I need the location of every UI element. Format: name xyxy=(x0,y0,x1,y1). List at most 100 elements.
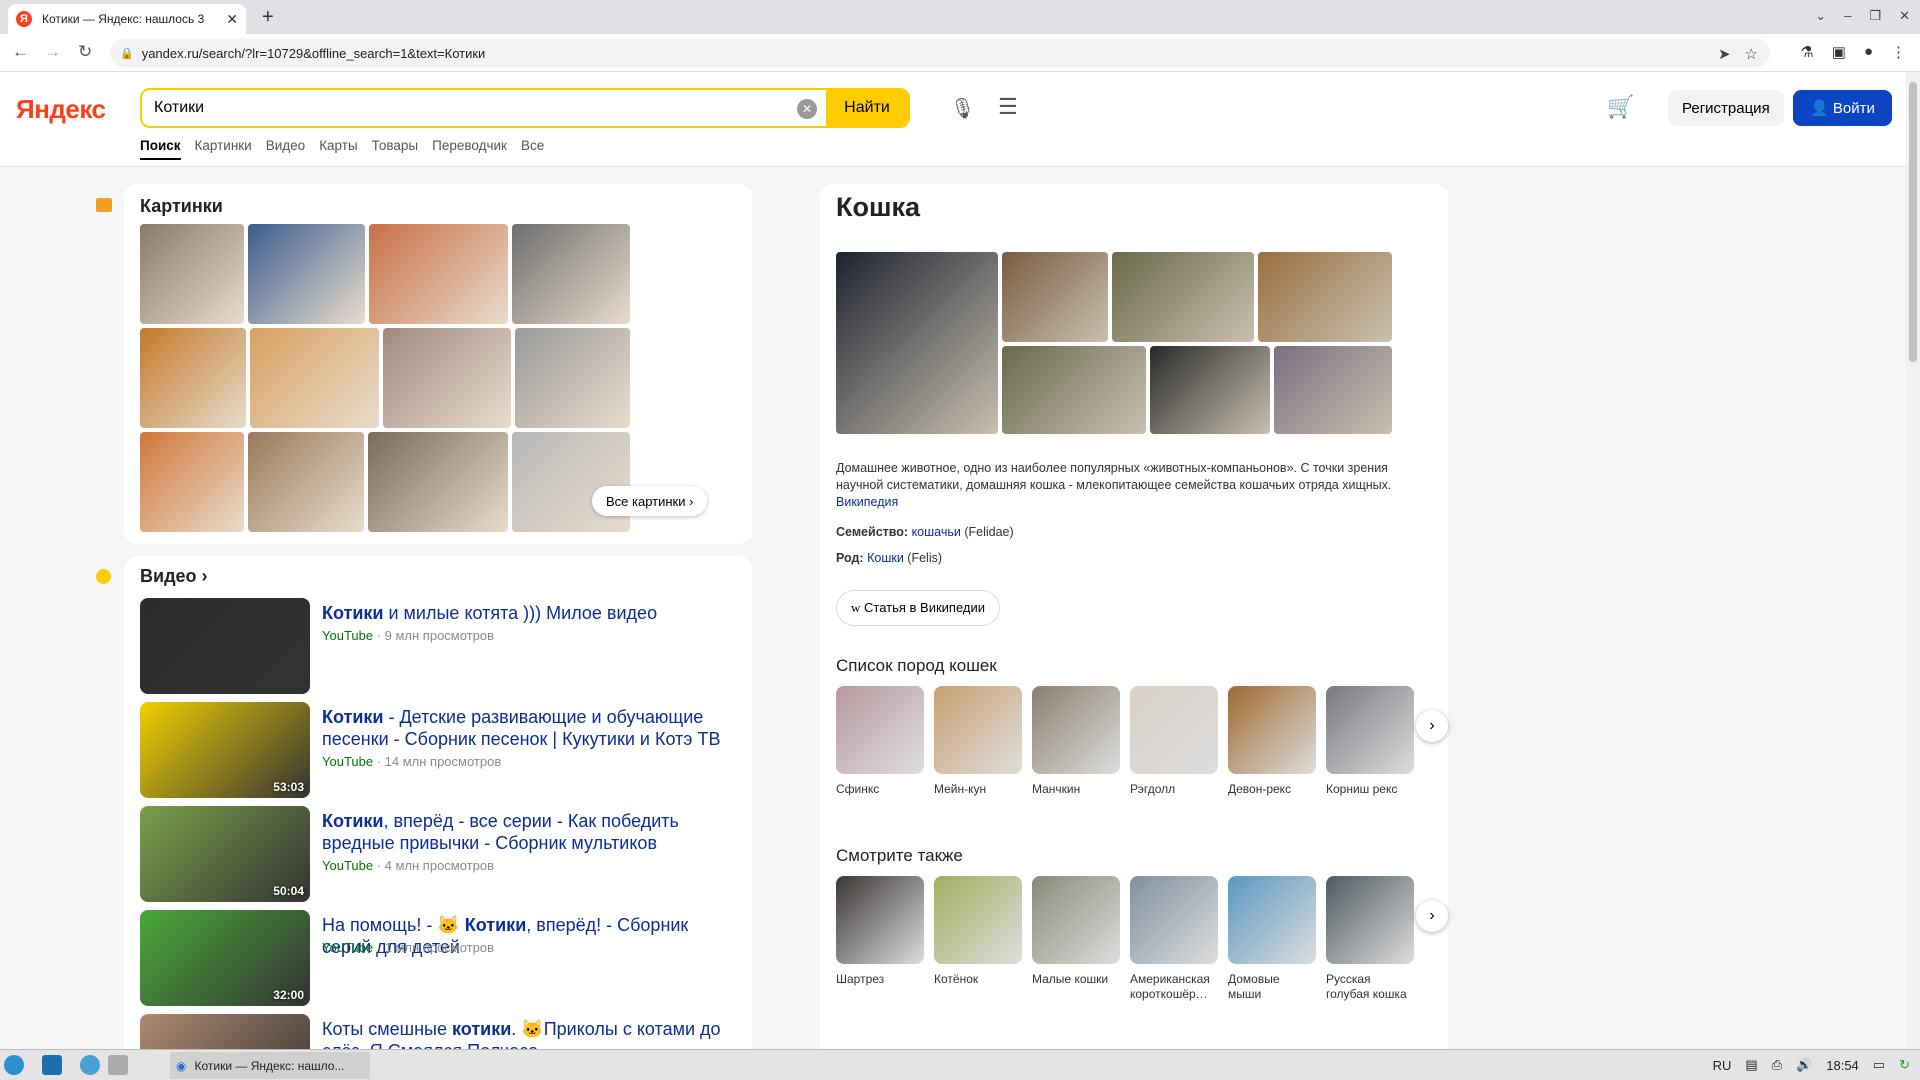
breed-image[interactable] xyxy=(1130,686,1218,774)
printer-icon[interactable]: ⎙ xyxy=(1772,1057,1782,1073)
main-entity-image[interactable] xyxy=(836,252,998,434)
see-also-image[interactable] xyxy=(836,876,924,964)
breeds-title[interactable]: Список пород кошек xyxy=(836,656,997,676)
close-tab-icon[interactable]: ✕ xyxy=(226,11,238,28)
wikipedia-link[interactable]: Википедия xyxy=(836,495,898,509)
video-thumbnail[interactable] xyxy=(140,1014,310,1049)
images-section-title[interactable]: Картинки xyxy=(140,196,223,217)
breed-image[interactable] xyxy=(1228,686,1316,774)
tab-3[interactable]: Карты xyxy=(319,138,357,160)
video-source[interactable]: YouTube xyxy=(322,754,373,769)
see-also-image[interactable] xyxy=(1130,876,1218,964)
see-also-image[interactable] xyxy=(1228,876,1316,964)
profile-icon[interactable]: ● xyxy=(1864,43,1873,61)
entity-gallery-image[interactable] xyxy=(1150,346,1270,434)
entity-gallery-image[interactable] xyxy=(1002,346,1146,434)
breed-image[interactable] xyxy=(1326,686,1414,774)
reload-icon[interactable]: ↻ xyxy=(78,42,92,62)
send-icon[interactable]: ➤ xyxy=(1718,45,1731,63)
video-source[interactable]: YouTube xyxy=(322,940,373,955)
entity-gallery-image[interactable] xyxy=(1002,252,1108,342)
back-icon[interactable]: ← xyxy=(12,42,29,62)
image-thumbnail[interactable] xyxy=(369,224,508,324)
image-thumbnail[interactable] xyxy=(140,328,246,428)
video-item[interactable]: Котики и милые котята ))) Милое видео You… xyxy=(140,598,740,694)
more-images-plus-icon[interactable]: + xyxy=(1400,332,1414,360)
video-title-link[interactable]: Котики и милые котята ))) Милое видео xyxy=(322,602,742,624)
filters-icon[interactable]: ☰ xyxy=(998,94,1018,120)
breed-item[interactable]: Корниш рекс xyxy=(1326,686,1414,797)
clear-search-icon[interactable]: ✕ xyxy=(797,99,817,119)
video-title-link[interactable]: Котики - Детские развивающие и обучающие… xyxy=(322,706,742,750)
browser-launcher-icon[interactable] xyxy=(80,1055,100,1075)
video-title-link[interactable]: Котики, вперёд - все серии - Как победит… xyxy=(322,810,742,854)
video-title-link[interactable]: Коты смешные котики. 🐱Приколы с котами д… xyxy=(322,1018,742,1049)
breeds-next-arrow-icon[interactable]: › xyxy=(1416,710,1448,742)
taskbar-window-button[interactable]: ◉ Котики — Яндекс: нашло... xyxy=(170,1052,370,1079)
video-source[interactable]: YouTube xyxy=(322,628,373,643)
see-also-item[interactable]: Американская короткошёр… xyxy=(1130,876,1218,1002)
see-also-item[interactable]: Малые кошки xyxy=(1032,876,1120,1002)
workspace-icon[interactable] xyxy=(108,1055,128,1075)
video-item[interactable]: 32:00 На помощь! - 🐱 Котики, вперёд! - Сб… xyxy=(140,910,740,1006)
login-button[interactable]: 👤 Войти xyxy=(1793,90,1892,126)
notes-icon[interactable]: ▭ xyxy=(1873,1057,1885,1073)
search-input[interactable] xyxy=(154,90,754,126)
see-also-next-arrow-icon[interactable]: › xyxy=(1416,900,1448,932)
image-thumbnail[interactable] xyxy=(368,432,508,532)
video-item[interactable]: 50:04 Котики, вперёд - все серии - Как по… xyxy=(140,806,740,902)
image-thumbnail[interactable] xyxy=(248,224,365,324)
keyboard-layout[interactable]: RU xyxy=(1713,1058,1732,1073)
image-thumbnail[interactable] xyxy=(140,432,244,532)
page-scrollbar[interactable] xyxy=(1906,72,1920,1049)
clock[interactable]: 18:54 xyxy=(1826,1058,1859,1073)
microphone-icon[interactable]: 🎙 xyxy=(950,96,975,121)
image-thumbnail[interactable] xyxy=(512,224,630,324)
video-thumbnail[interactable]: 53:03 xyxy=(140,702,310,798)
breed-item[interactable]: Мейн-кун xyxy=(934,686,1022,797)
image-thumbnail[interactable] xyxy=(512,432,630,532)
image-thumbnail[interactable] xyxy=(515,328,630,428)
genus-link[interactable]: Кошки xyxy=(867,551,904,565)
see-also-item[interactable]: Домовые мыши xyxy=(1228,876,1316,1002)
cart-icon[interactable]: 🛒 xyxy=(1607,94,1634,120)
menu-dots-icon[interactable]: ⋮ xyxy=(1891,43,1906,61)
show-desktop-icon[interactable] xyxy=(42,1055,62,1075)
find-button[interactable]: Найти xyxy=(826,90,908,126)
see-also-image[interactable] xyxy=(1326,876,1414,964)
network-icon[interactable]: ▤ xyxy=(1745,1057,1757,1073)
wikipedia-article-button[interactable]: w Статья в Википедии xyxy=(836,590,1001,626)
sidepanel-icon[interactable]: ▣ xyxy=(1832,43,1846,61)
video-item[interactable]: Коты смешные котики. 🐱Приколы с котами д… xyxy=(140,1014,740,1049)
see-also-item[interactable]: Русская голубая кошка xyxy=(1326,876,1414,1002)
entity-gallery-image[interactable] xyxy=(1112,252,1254,342)
scrollbar-thumb[interactable] xyxy=(1909,82,1917,362)
entity-gallery-image[interactable] xyxy=(1274,346,1392,434)
volume-icon[interactable]: 🔊 xyxy=(1796,1057,1812,1073)
register-button[interactable]: Регистрация xyxy=(1668,90,1784,126)
breed-image[interactable] xyxy=(1032,686,1120,774)
all-images-button[interactable]: Все картинки › xyxy=(592,486,708,516)
forward-icon[interactable]: → xyxy=(44,42,61,62)
video-thumbnail[interactable] xyxy=(140,598,310,694)
tab-5[interactable]: Переводчик xyxy=(432,138,507,160)
image-thumbnail[interactable] xyxy=(140,224,244,324)
url-field[interactable]: 🔒 yandex.ru/search/?lr=10729&offline_sea… xyxy=(110,39,1770,67)
tab-1[interactable]: Картинки xyxy=(195,138,252,160)
tab-0[interactable]: Поиск xyxy=(140,138,181,160)
video-thumbnail[interactable]: 50:04 xyxy=(140,806,310,902)
browser-tab[interactable]: Я Котики — Яндекс: нашлось 3 ✕ xyxy=(8,4,246,34)
start-menu-icon[interactable] xyxy=(4,1055,24,1075)
see-also-image[interactable] xyxy=(934,876,1022,964)
breed-item[interactable]: Рэгдолл xyxy=(1130,686,1218,797)
see-also-item[interactable]: Шартрез xyxy=(836,876,924,1002)
entity-gallery-image[interactable] xyxy=(1258,252,1392,342)
image-thumbnail[interactable] xyxy=(248,432,364,532)
restore-icon[interactable]: ❐ xyxy=(1869,8,1881,24)
bookmark-star-icon[interactable]: ☆ xyxy=(1745,45,1758,63)
tab-4[interactable]: Товары xyxy=(372,138,418,160)
breed-item[interactable]: Манчкин xyxy=(1032,686,1120,797)
image-thumbnail[interactable] xyxy=(383,328,511,428)
extension-icon[interactable]: ⚗ xyxy=(1800,43,1813,61)
tab-6[interactable]: Все xyxy=(521,138,544,160)
